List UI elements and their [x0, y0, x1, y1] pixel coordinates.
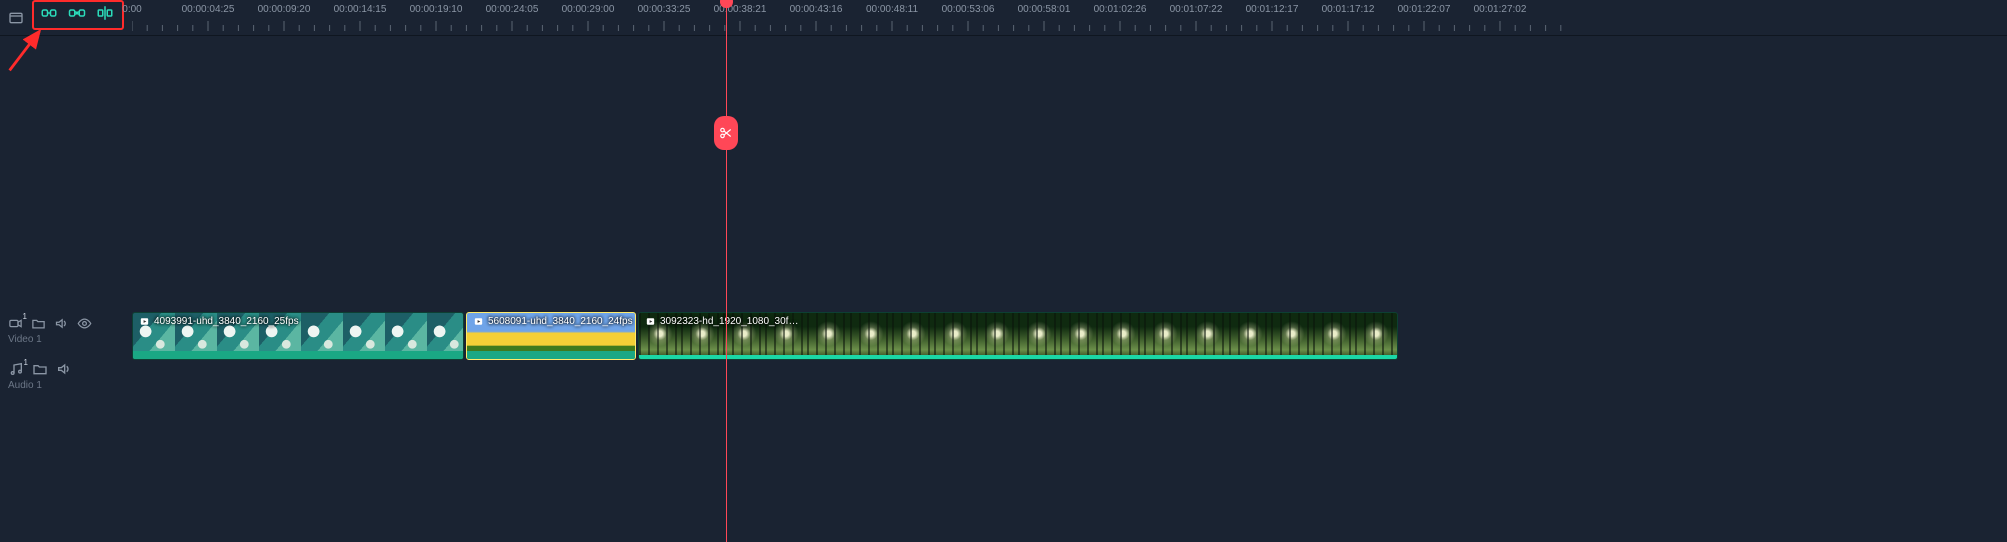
- split-clip-icon[interactable]: [96, 4, 114, 22]
- ruler-tick-label: 0:00: [122, 4, 141, 15]
- ruler-tick-label: 00:00:04:25: [182, 4, 235, 15]
- media-panel-icon[interactable]: [8, 10, 24, 26]
- ruler-tick-label: 00:00:33:25: [638, 4, 691, 15]
- folder-icon[interactable]: [31, 315, 46, 331]
- ruler-tick-label: 00:01:02:26: [1094, 4, 1147, 15]
- music-icon[interactable]: 1: [8, 361, 24, 377]
- timeline-topbar: 0:00 00:00:04:25 00:00:09:20 00:00:14:15 00:…: [0, 0, 2007, 36]
- audio-track-header[interactable]: 1 Audio 1: [0, 356, 100, 396]
- track-headers: 1 Video 1 1 Audio: [0, 310, 100, 396]
- timeline-clip[interactable]: 4093991-uhd_3840_2160_25fps: [132, 312, 464, 360]
- audio-track-label: Audio 1: [8, 380, 92, 391]
- ruler-tick-label: 00:00:19:10: [410, 4, 463, 15]
- ruler-tick-label: 00:01:07:22: [1170, 4, 1223, 15]
- audio-icon[interactable]: [56, 361, 72, 377]
- camera-icon[interactable]: 1: [8, 315, 23, 331]
- playhead[interactable]: [726, 0, 727, 542]
- ruler-tick-label: 00:00:14:15: [334, 4, 387, 15]
- timeline-clip[interactable]: 5608091-uhd_3840_2160_24fps: [466, 312, 636, 360]
- ruler-tick-label: 00:00:24:05: [486, 4, 539, 15]
- ruler-tick-label: 00:01:27:02: [1474, 4, 1527, 15]
- ruler-ticks: [132, 20, 2007, 32]
- ruler-tick-label: 00:00:53:06: [942, 4, 995, 15]
- link-clips-icon[interactable]: [40, 4, 58, 22]
- ruler-tick-label: 00:00:48:11: [866, 4, 918, 15]
- ruler-tick-label: 00:00:29:00: [562, 4, 615, 15]
- ruler-tick-label: 00:01:22:07: [1398, 4, 1451, 15]
- cut-tool-knob[interactable]: [714, 116, 738, 150]
- scissors-icon: [719, 126, 733, 140]
- ruler-tick-label: 00:00:58:01: [1018, 4, 1071, 15]
- ruler-tick-label: 00:00:09:20: [258, 4, 311, 15]
- ruler-tick-label: 00:00:43:16: [790, 4, 843, 15]
- audio-icon[interactable]: [54, 315, 69, 331]
- timeline-ruler[interactable]: 0:0000:00:04:2500:00:09:2000:00:14:1500:…: [132, 0, 2007, 36]
- timeline-clip[interactable]: 3092323-hd_1920_1080_30f…: [638, 312, 1398, 360]
- video-track-lane[interactable]: 4093991-uhd_3840_2160_25fps5608091-uhd_3…: [132, 312, 2007, 378]
- highlighted-tools: [40, 4, 114, 22]
- video-track-index: 1: [23, 312, 27, 321]
- folder-icon[interactable]: [32, 361, 48, 377]
- video-track-label: Video 1: [8, 334, 92, 345]
- unlink-clips-icon[interactable]: [68, 4, 86, 22]
- video-track-header[interactable]: 1 Video 1: [0, 310, 100, 356]
- visibility-icon[interactable]: [77, 315, 92, 331]
- ruler-tick-label: 00:01:12:17: [1246, 4, 1299, 15]
- audio-track-index: 1: [24, 358, 28, 367]
- ruler-tick-label: 00:01:17:12: [1322, 4, 1375, 15]
